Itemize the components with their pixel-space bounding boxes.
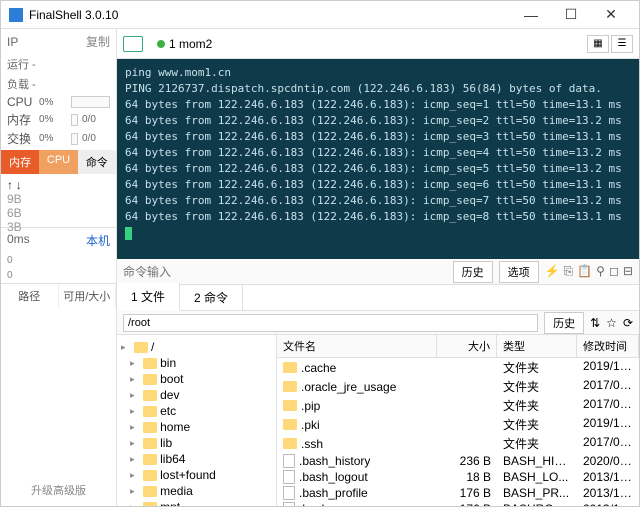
- copy-button[interactable]: 复制: [86, 33, 110, 50]
- file-row[interactable]: .oracle_jre_usage文件夹2017/08/23 22:26: [277, 377, 639, 396]
- file-tab-1[interactable]: 1 文件: [117, 283, 180, 312]
- tree-node[interactable]: ▸etc: [119, 403, 274, 419]
- file-list[interactable]: 文件名 大小 类型 修改时间 .cache文件夹2019/12/22 23:30…: [277, 335, 639, 506]
- mem-pct: 0%: [39, 114, 67, 125]
- tree-node[interactable]: ▸dev: [119, 387, 274, 403]
- swap-pct: 0%: [39, 133, 67, 144]
- col-type[interactable]: 类型: [497, 335, 577, 357]
- sort-icon[interactable]: ⇅: [590, 316, 600, 330]
- tree-node[interactable]: ▸lib64: [119, 451, 274, 467]
- local-label[interactable]: 本机: [86, 232, 110, 249]
- lightning-icon[interactable]: ⚡: [545, 264, 560, 279]
- command-input[interactable]: [123, 265, 447, 279]
- swap-r: 0/0: [82, 133, 110, 144]
- ip-label: IP: [7, 35, 18, 49]
- mem-bar: [71, 114, 78, 126]
- col-mtime[interactable]: 修改时间: [577, 335, 639, 357]
- square-icon[interactable]: ◻: [609, 264, 619, 279]
- tree-node[interactable]: ▸bin: [119, 355, 274, 371]
- ping-ms: 0ms: [7, 232, 30, 249]
- close-button[interactable]: ✕: [591, 6, 631, 23]
- file-row[interactable]: .pip文件夹2017/08/18 12:00: [277, 396, 639, 415]
- file-row[interactable]: .bashrc176 BBASHRC ...2013/12/29 10:26: [277, 501, 639, 506]
- file-row[interactable]: .ssh文件夹2017/09/11 20:50: [277, 434, 639, 453]
- status-dot-icon: [157, 40, 165, 48]
- terminal[interactable]: ping www.mom1.cnPING 2126737.dispatch.sp…: [117, 59, 639, 259]
- mem-r: 0/0: [82, 114, 110, 125]
- cpu-label: CPU: [7, 95, 35, 109]
- window-title: FinalShell 3.0.10: [29, 8, 511, 22]
- split-view-icon[interactable]: ☰: [611, 35, 633, 53]
- route-label[interactable]: 路径: [1, 284, 59, 308]
- app-icon: [9, 8, 23, 22]
- col-size[interactable]: 大小: [437, 335, 497, 357]
- file-row[interactable]: .cache文件夹2019/12/22 23:30: [277, 358, 639, 377]
- tree-node[interactable]: ▸home: [119, 419, 274, 435]
- folder-icon[interactable]: [123, 36, 143, 52]
- file-row[interactable]: .bash_logout18 BBASH_LO...2013/12/29 10:…: [277, 469, 639, 485]
- swap-bar: [71, 133, 78, 145]
- tree-node[interactable]: ▸mnt: [119, 499, 274, 506]
- file-row[interactable]: .pki文件夹2019/12/22 22:42: [277, 415, 639, 434]
- tree-node[interactable]: ▸media: [119, 483, 274, 499]
- tab-cmd[interactable]: 命令: [78, 150, 116, 174]
- options-button[interactable]: 选项: [499, 261, 539, 283]
- tree-node[interactable]: ▸lib: [119, 435, 274, 451]
- history-button[interactable]: 历史: [453, 261, 493, 283]
- sidebar: IP复制 运行 - 负载 - CPU0% 内存0%0/0 交换0%0/0 内存 …: [1, 29, 117, 506]
- file-row[interactable]: .bash_history236 BBASH_HIS...2020/01/01 …: [277, 453, 639, 469]
- file-header[interactable]: 文件名 大小 类型 修改时间: [277, 335, 639, 358]
- refresh-icon[interactable]: ⟳: [623, 316, 633, 330]
- path-input[interactable]: [123, 314, 538, 332]
- col-name[interactable]: 文件名: [277, 335, 437, 357]
- star-icon[interactable]: ☆: [606, 316, 617, 330]
- tab-memory[interactable]: 内存: [1, 150, 39, 174]
- minimize-button[interactable]: —: [511, 7, 551, 23]
- session-tab[interactable]: 1 mom2: [149, 33, 220, 55]
- copy-icon[interactable]: ⎘: [564, 264, 574, 279]
- maximize-button[interactable]: ☐: [551, 6, 591, 23]
- grid-view-icon[interactable]: ▦: [587, 35, 609, 53]
- folder-tree[interactable]: ▸/ ▸bin ▸boot ▸dev ▸etc ▸home ▸lib ▸lib6…: [117, 335, 277, 506]
- cpu-pct: 0%: [39, 97, 67, 108]
- upgrade-link[interactable]: 升级高级版: [1, 474, 116, 506]
- mem-label: 内存: [7, 111, 35, 128]
- tree-node[interactable]: ▸/: [119, 339, 274, 355]
- chart-area: ↑ ↓ 9B 6B 3B: [1, 174, 116, 228]
- usable-label[interactable]: 可用/大小: [59, 284, 117, 308]
- clear-icon[interactable]: ⊟: [623, 264, 633, 279]
- search-icon[interactable]: ⚲: [596, 264, 605, 279]
- titlebar: FinalShell 3.0.10 — ☐ ✕: [1, 1, 639, 29]
- tree-node[interactable]: ▸boot: [119, 371, 274, 387]
- path-history-button[interactable]: 历史: [544, 312, 584, 334]
- run-status: 运行 -: [1, 54, 116, 74]
- paste-icon[interactable]: 📋: [577, 264, 592, 279]
- load-status: 负载 -: [1, 74, 116, 94]
- down-arrow-icon: ↓: [16, 178, 22, 192]
- tab-cpu[interactable]: CPU: [39, 150, 77, 174]
- file-tab-2[interactable]: 2 命令: [180, 284, 243, 311]
- tree-node[interactable]: ▸lost+found: [119, 467, 274, 483]
- swap-label: 交换: [7, 130, 35, 147]
- cpu-bar: [71, 96, 110, 108]
- up-arrow-icon: ↑: [7, 178, 13, 192]
- file-row[interactable]: .bash_profile176 BBASH_PR...2013/12/29 1…: [277, 485, 639, 501]
